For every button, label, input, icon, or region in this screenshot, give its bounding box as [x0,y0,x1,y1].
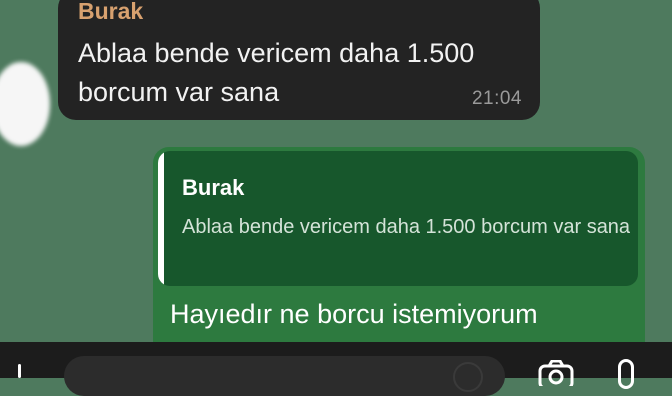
reply-quote-sender: Burak [182,175,245,200]
message-input-bar [0,342,672,396]
incoming-message-time: 21:04 [471,88,522,109]
sender-avatar[interactable] [0,62,50,146]
message-input[interactable] [64,356,505,396]
incoming-sender-name[interactable]: Burak [78,0,143,25]
reply-quote[interactable]: Burak Ablaa bende vericem daha 1.500 bor… [158,151,638,286]
reply-quote-text: Ablaa bende vericem daha 1.500 borcum va… [182,216,631,238]
camera-icon[interactable] [538,360,574,386]
reply-quote-bar [158,151,164,286]
outgoing-message-text: Hayıedır ne borcu istemiyorum [170,299,538,329]
attach-icon[interactable] [18,364,21,378]
sticker-icon[interactable] [453,362,483,392]
incoming-message-text: Ablaa bende vericem daha 1.500 borcum va… [78,38,475,107]
incoming-message-bubble[interactable]: Burak Ablaa bende vericem daha 1.500 bor… [58,0,540,120]
microphone-icon[interactable] [618,359,634,389]
